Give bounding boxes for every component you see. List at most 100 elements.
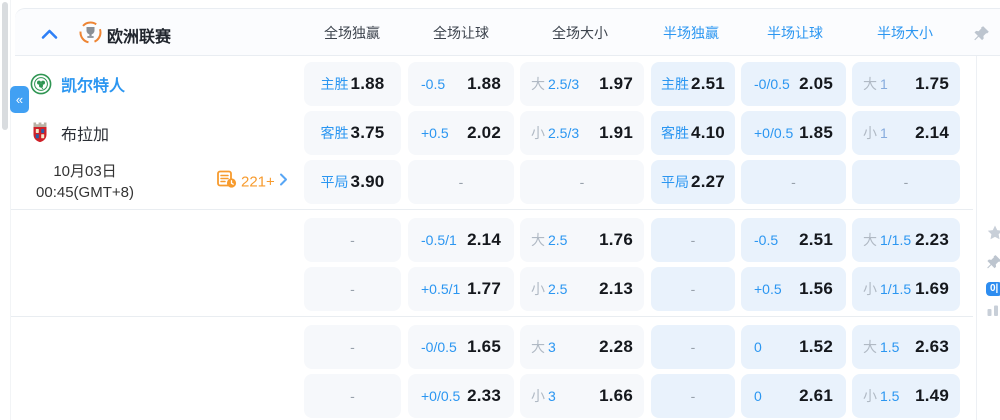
odds-cell-empty: - — [304, 325, 401, 369]
odds-value: 1.49 — [915, 386, 949, 406]
odds-value: 2.63 — [915, 337, 949, 357]
match-time: 00:45(GMT+8) — [11, 182, 159, 203]
odds-cell[interactable]: 0 1.52 — [741, 325, 846, 369]
pin-icon[interactable] — [986, 254, 1000, 275]
odds-cell[interactable]: 客胜 4.10 — [651, 111, 735, 155]
away-team-name[interactable]: 布拉加 — [61, 121, 109, 145]
empty-odds: - — [691, 232, 696, 248]
collapse-sidebar-tab[interactable]: « — [10, 86, 29, 113]
odds-cell[interactable]: 大3 2.28 — [520, 325, 644, 369]
column-header-fulltime-1x2: 全场独赢 — [324, 9, 380, 57]
column-header-halftime-overunder: 半场大小 — [877, 9, 933, 57]
ou-side: 小 — [531, 386, 545, 406]
empty-odds: - — [350, 281, 355, 297]
ou-line: 1.5 — [880, 388, 899, 404]
odds-cell[interactable]: -0.5 1.88 — [408, 62, 514, 106]
handicap-line: +0/0.5 — [421, 388, 460, 404]
odds-row: - -0.5/1 2.14 大2.5 1.76 - -0.5 2.51 — [11, 218, 1000, 262]
odds-cell[interactable]: 客胜 3.75 — [304, 111, 401, 155]
scrollbar[interactable] — [2, 2, 8, 130]
odds-cell[interactable]: -0.5/1 2.14 — [408, 218, 514, 262]
odds-value: 2.27 — [691, 172, 725, 192]
ou-side: 小 — [531, 123, 545, 143]
odds-cell[interactable]: -0/0.5 1.65 — [408, 325, 514, 369]
odds-cell[interactable]: +0/0.5 2.33 — [408, 374, 514, 418]
league-odds-panel: 欧洲联赛 全场独赢 全场让球 全场大小 半场独赢 半场让球 半场大小 — [10, 0, 1000, 420]
handicap-line: 0 — [754, 388, 762, 404]
odds-cell[interactable]: +0.5 2.02 — [408, 111, 514, 155]
ou-side: 大 — [531, 337, 545, 357]
odds-value: 3.75 — [351, 123, 385, 143]
odds-cell[interactable]: 小1/1.5 1.69 — [852, 267, 960, 311]
odds-cell[interactable]: +0.5/1 1.77 — [408, 267, 514, 311]
braga-club-badge-icon — [30, 121, 52, 145]
empty-odds: - — [904, 174, 909, 190]
ou-line: 1/1.5 — [880, 232, 911, 248]
odds-cell-empty: - — [651, 325, 735, 369]
odds-value: 2.33 — [467, 386, 501, 406]
star-favorite-icon[interactable] — [986, 224, 1000, 247]
pin-icon[interactable] — [973, 25, 990, 47]
odds-value: 2.51 — [691, 74, 725, 94]
handicap-line: +0.5/1 — [421, 281, 460, 297]
ou-line: 2.5/3 — [548, 76, 579, 92]
column-header-halftime-1x2: 半场独赢 — [663, 9, 719, 57]
odds-value: 1.65 — [467, 337, 501, 357]
odds-value: 2.14 — [915, 123, 949, 143]
odds-cell[interactable]: 大1/1.5 2.23 — [852, 218, 960, 262]
empty-odds: - — [691, 281, 696, 297]
odds-cell[interactable]: 主胜 2.51 — [651, 62, 735, 106]
odds-cell[interactable]: 平局 3.90 — [304, 160, 401, 204]
odds-value: 1.69 — [915, 279, 949, 299]
group-divider — [11, 209, 973, 210]
odds-value: 2.02 — [467, 123, 501, 143]
odds-cell[interactable]: +0/0.5 1.85 — [741, 111, 846, 155]
ou-side: 小 — [863, 386, 877, 406]
odds-value: 1.85 — [799, 123, 833, 143]
handicap-line: 0 — [754, 339, 762, 355]
handicap-line: +0/0.5 — [754, 125, 793, 141]
ou-side: 大 — [863, 74, 877, 94]
odds-row-draw: 10月03日 00:45(GMT+8) 221+ — [11, 160, 1000, 204]
odds-cell[interactable]: 主胜 1.88 — [304, 62, 401, 106]
odds-value: 1.88 — [467, 74, 501, 94]
bar-chart-icon[interactable] — [986, 303, 1000, 322]
odds-cell[interactable]: 0 2.61 — [741, 374, 846, 418]
odds-cell[interactable]: 小2.5/3 1.91 — [520, 111, 644, 155]
more-markets-link[interactable]: 221+ — [217, 171, 288, 194]
odds-cell[interactable]: +0.5 1.56 — [741, 267, 846, 311]
score-badge[interactable]: 0| — [986, 282, 1000, 296]
home-team-name[interactable]: 凯尔特人 — [61, 72, 125, 96]
empty-label-cell — [11, 218, 304, 262]
chevron-right-icon — [279, 173, 288, 192]
odds-value: 2.13 — [599, 279, 633, 299]
odds-cell[interactable]: 大1.5 2.63 — [852, 325, 960, 369]
ou-side: 小 — [531, 279, 545, 299]
odds-cell[interactable]: -0/0.5 2.05 — [741, 62, 846, 106]
empty-odds: - — [350, 339, 355, 355]
empty-odds: - — [350, 232, 355, 248]
odds-row: - +0/0.5 2.33 小3 1.66 - 0 2.61 — [11, 374, 1000, 418]
odds-cell[interactable]: -0.5 2.51 — [741, 218, 846, 262]
odds-cell-empty: - — [741, 160, 846, 204]
odds-cell[interactable]: 小1.5 1.49 — [852, 374, 960, 418]
odds-value: 2.51 — [799, 230, 833, 250]
odds-cell[interactable]: 小2.5 2.13 — [520, 267, 644, 311]
odds-cell-empty: - — [304, 218, 401, 262]
empty-odds: - — [580, 174, 585, 190]
ou-side: 小 — [863, 123, 877, 143]
empty-odds: - — [459, 174, 464, 190]
handicap-line: -0/0.5 — [754, 76, 790, 92]
bet-label: 客胜 — [321, 123, 349, 143]
odds-value: 2.28 — [599, 337, 633, 357]
odds-cell[interactable]: 大1 1.75 — [852, 62, 960, 106]
odds-cell[interactable]: 小3 1.66 — [520, 374, 644, 418]
odds-cell[interactable]: 大2.5/3 1.97 — [520, 62, 644, 106]
odds-cell[interactable]: 大2.5 1.76 — [520, 218, 644, 262]
celtic-club-badge-icon — [30, 72, 52, 96]
odds-cell[interactable]: 小1 2.14 — [852, 111, 960, 155]
odds-value: 1.66 — [599, 386, 633, 406]
handicap-line: +0.5 — [754, 281, 782, 297]
odds-cell[interactable]: 平局 2.27 — [651, 160, 735, 204]
chevron-up-icon[interactable] — [41, 27, 58, 45]
